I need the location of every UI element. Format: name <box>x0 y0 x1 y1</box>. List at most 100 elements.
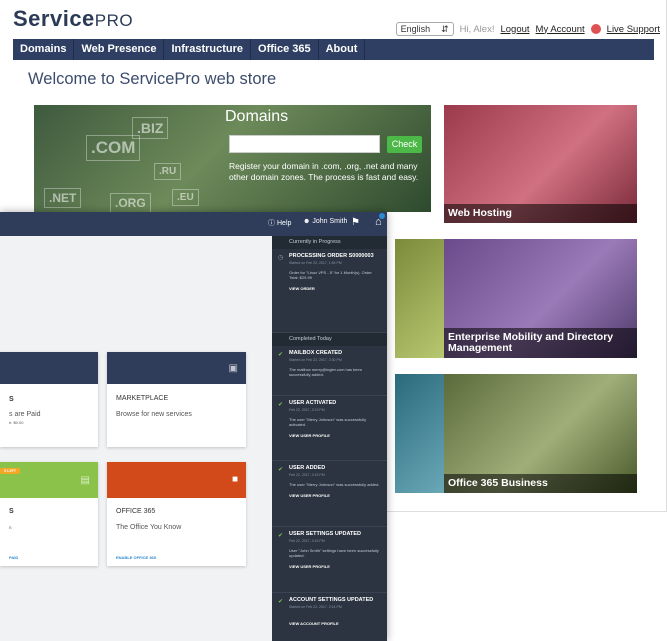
language-select[interactable]: English ⇵ <box>395 22 454 36</box>
tile-label: Enterprise Mobility and Directory Manage… <box>444 328 637 358</box>
notification-title: USER ACTIVATED <box>289 400 337 406</box>
my-account-link[interactable]: My Account <box>536 24 585 35</box>
notification-title: ACCOUNT SETTINGS UPDATED <box>289 597 374 603</box>
brand-logo[interactable]: ServicePRO <box>13 6 133 32</box>
check-icon: ✔ <box>278 533 284 539</box>
notification-date: Feb 22, 2017, 2:19 PM <box>289 407 325 412</box>
notification-panel: Currently in Progress ◷ PROCESSING ORDER… <box>272 236 387 641</box>
card-subtitle: Browse for new services <box>116 411 192 418</box>
notification-item: ◷ PROCESSING ORDER S0000003 Started on F… <box>272 249 387 333</box>
card-subtitle: s are Paid <box>9 411 41 418</box>
main-nav: Domains Web Presence Infrastructure Offi… <box>13 39 654 60</box>
days-left-badge: S LEFT <box>0 468 21 474</box>
notification-date: Feb 22, 2017, 2:15 PM <box>289 472 325 477</box>
notification-body: User "John Smith" settings have been suc… <box>289 547 379 558</box>
marketplace-card[interactable]: ▣ MARKETPLACE Browse for new services <box>107 352 246 447</box>
in-progress-heading: Currently in Progress <box>272 236 387 249</box>
hero-description: Register your domain in .com, .org, .net… <box>229 161 419 182</box>
tag-eu: .EU <box>172 189 199 206</box>
brand-bold: Service <box>13 6 95 31</box>
web-hosting-tile[interactable]: Web Hosting <box>444 105 637 223</box>
top-bar: English ⇵ Hi, Alex! Logout My Account Li… <box>395 22 660 36</box>
enterprise-mobility-tile[interactable]: Enterprise Mobility and Directory Manage… <box>444 239 637 358</box>
doc-icon: ▤ <box>80 475 90 486</box>
card-header: ▣ <box>107 352 246 384</box>
view-order-link[interactable]: VIEW ORDER <box>289 286 381 291</box>
card-title: MARKETPLACE <box>116 395 169 402</box>
tag-org: .ORG <box>110 193 151 212</box>
domain-search-input[interactable] <box>229 135 380 153</box>
view-user-profile-link[interactable]: VIEW USER PROFILE <box>289 564 381 569</box>
dashboard-header: ⓘ Help ☻ John Smith ⚑ ⌂ <box>0 212 387 236</box>
notification-date: Started on Feb 22, 2017, 2:14 PM <box>289 604 342 609</box>
office-365-card[interactable]: ■ OFFICE 365 The Office You Know ENABLE … <box>107 462 246 566</box>
help-icon: ⓘ <box>268 220 275 227</box>
billing-card[interactable]: S s are Paid e: $0.00 <box>0 352 98 447</box>
clock-icon: ◷ <box>278 255 284 261</box>
select-arrows-icon: ⇵ <box>441 23 449 34</box>
notification-body: Order for "Linux VPS - 5" for 1 Month(s)… <box>289 269 372 280</box>
notification-item: ✔ USER ACTIVATED Feb 22, 2017, 2:19 PM T… <box>272 396 387 461</box>
brand-light: PRO <box>94 11 134 30</box>
view-user-profile-link[interactable]: VIEW USER PROFILE <box>289 433 381 438</box>
tag-biz: .BIZ <box>132 117 169 139</box>
live-support-link[interactable]: Live Support <box>607 24 660 35</box>
notification-date: Started on Feb 22, 2017, 1:55 PM <box>289 260 342 265</box>
nav-office-365[interactable]: Office 365 <box>251 39 319 60</box>
enable-office-365-link[interactable]: ENABLE OFFICE 365 <box>116 555 156 560</box>
card-title: S <box>9 508 14 515</box>
user-menu[interactable]: ☻ John Smith <box>303 218 347 225</box>
green-service-card[interactable]: S LEFT ▤ S n PAID <box>0 462 98 566</box>
check-icon: ✔ <box>278 599 284 605</box>
help-button[interactable]: ⓘ Help <box>268 218 291 228</box>
notification-body: The mailbox merry@ingler.com has been su… <box>289 366 362 377</box>
card-note: e: $0.00 <box>9 420 24 425</box>
nav-infrastructure[interactable]: Infrastructure <box>164 39 252 60</box>
tag-ru: .RU <box>154 163 182 180</box>
nav-about[interactable]: About <box>319 39 366 60</box>
notification-item: ✔ ACCOUNT SETTINGS UPDATED Started on Fe… <box>272 593 387 637</box>
check-icon: ✔ <box>278 352 284 358</box>
tile-label: Web Hosting <box>444 204 637 223</box>
bell-icon[interactable]: ⚑ <box>351 217 360 228</box>
office-icon: ■ <box>231 474 238 485</box>
tag-net: .NET <box>44 188 82 208</box>
nav-web-presence[interactable]: Web Presence <box>74 39 165 60</box>
greeting: Hi, Alex! <box>459 23 495 35</box>
card-subtitle: n <box>9 525 12 530</box>
logout-link[interactable]: Logout <box>500 24 529 35</box>
card-link[interactable]: PAID <box>9 555 18 560</box>
partial-tile <box>395 374 444 493</box>
check-icon: ✔ <box>278 467 284 473</box>
domains-hero: .COM .BIZ .NET .ORG .RU .EU Domains Chec… <box>34 105 431 212</box>
home-icon[interactable]: ⌂ <box>375 213 385 228</box>
card-title: S <box>9 396 14 403</box>
notification-title: PROCESSING ORDER S0000003 <box>289 253 374 259</box>
view-account-profile-link[interactable]: VIEW ACCOUNT PROFILE <box>289 621 381 626</box>
page-title: Welcome to ServicePro web store <box>28 70 277 88</box>
check-button[interactable]: Check <box>387 136 422 153</box>
notification-body: The user "Merry Johnson" was successfull… <box>289 481 380 487</box>
card-header <box>0 352 98 384</box>
hero-title: Domains <box>225 108 289 125</box>
partial-tile <box>395 239 444 358</box>
notification-item: ✔ USER SETTINGS UPDATED Feb 22, 2017, 2:… <box>272 527 387 593</box>
notification-title: MAILBOX CREATED <box>289 350 343 356</box>
user-icon: ☻ <box>303 218 311 225</box>
notification-body: The user "Merry Johnson" was successfull… <box>289 416 367 427</box>
office-365-business-tile[interactable]: Office 365 Business <box>444 374 637 493</box>
notification-date: Feb 22, 2017, 2:15 PM <box>289 538 325 543</box>
notification-item: ✔ USER ADDED Feb 22, 2017, 2:15 PM The u… <box>272 461 387 527</box>
card-title: OFFICE 365 <box>116 508 156 515</box>
notification-item: ✔ MAILBOX CREATED Started on Feb 22, 201… <box>272 346 387 396</box>
user-name: John Smith <box>312 218 348 225</box>
nav-domains[interactable]: Domains <box>13 39 75 60</box>
notification-title: USER ADDED <box>289 465 326 471</box>
view-user-profile-link[interactable]: VIEW USER PROFILE <box>289 493 381 498</box>
cart-icon: ▣ <box>228 363 238 374</box>
language-value: English <box>400 24 431 34</box>
notification-dot <box>378 213 385 219</box>
card-subtitle: The Office You Know <box>116 524 182 531</box>
help-label: Help <box>277 219 292 227</box>
dashboard-window: ⓘ Help ☻ John Smith ⚑ ⌂ S s are Paid e: … <box>0 212 387 641</box>
